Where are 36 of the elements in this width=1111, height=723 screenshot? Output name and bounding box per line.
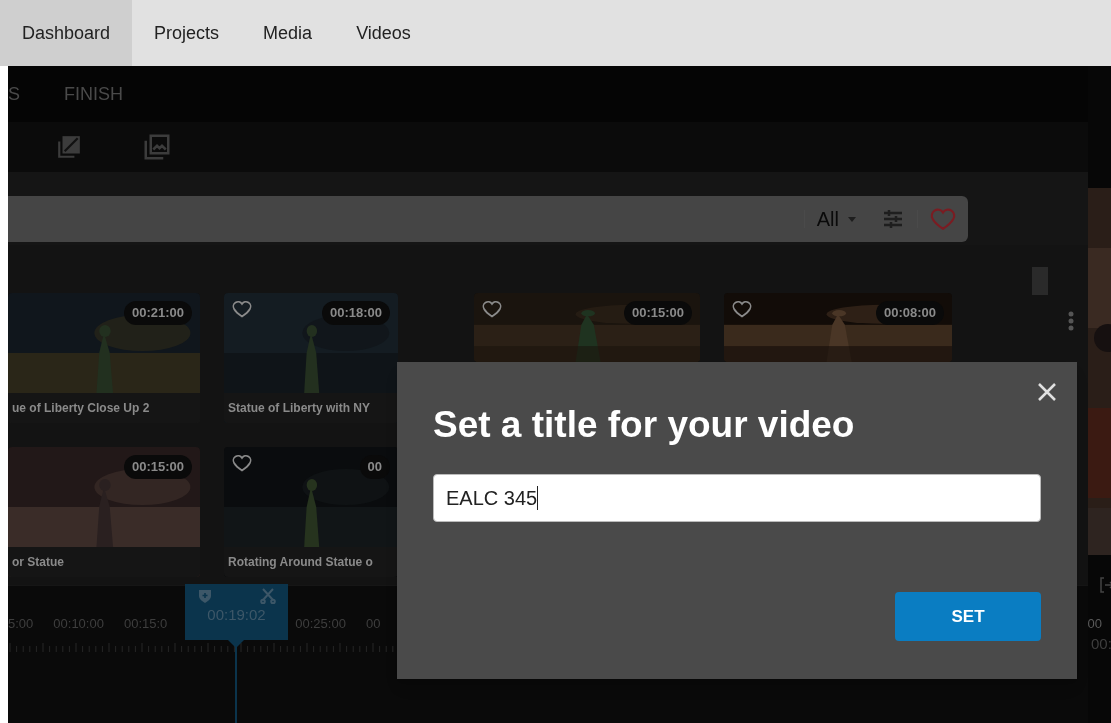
heart-icon[interactable] (732, 299, 752, 319)
video-card[interactable]: 00:08:00 (724, 293, 952, 362)
nav-tab[interactable]: Dashboard (0, 0, 133, 66)
title-input[interactable]: EALC 345 (433, 474, 1041, 523)
set-button[interactable]: SET (895, 592, 1041, 642)
video-card[interactable]: 00:21:00 ue of Liberty Close Up 2 (8, 293, 200, 423)
caret-icon (847, 214, 857, 224)
scissors-icon[interactable] (260, 588, 276, 604)
nav-tab[interactable]: Media (241, 0, 335, 66)
duration-badge: 00:15:00 (123, 455, 192, 479)
heart-icon[interactable] (232, 299, 252, 319)
shield-plus-icon[interactable] (197, 588, 213, 604)
sliders-icon[interactable] (881, 207, 905, 231)
dialog-title: Set a title for your video (433, 403, 856, 447)
duration-badge: 00:08:00 (875, 301, 944, 325)
video-card[interactable]: 00 Rotating Around Statue o (224, 447, 398, 577)
time-label: 00 (1087, 615, 1102, 633)
card-caption: Statue of Liberty with NY (224, 393, 398, 423)
export-icon[interactable] (1100, 577, 1111, 593)
card-caption: Rotating Around Statue o (224, 547, 398, 577)
card-caption: or Statue (8, 547, 200, 577)
nav-tab[interactable]: Projects (132, 0, 242, 66)
duration-badge: 00:18:00 (321, 301, 390, 325)
heart-icon[interactable] (482, 299, 502, 319)
input-value: EALC 345 (446, 486, 538, 512)
duration-badge: 00:21:00 (123, 301, 192, 325)
image-stack-icon[interactable] (142, 132, 172, 162)
layers-icon[interactable] (56, 134, 82, 160)
duration-badge: 00:15:00 (623, 301, 692, 325)
video-card[interactable]: 00:18:00 Statue of Liberty with NY (224, 293, 398, 423)
card-caption: ue of Liberty Close Up 2 (8, 393, 200, 423)
drag-handle-icon[interactable] (1068, 311, 1074, 331)
heart-icon[interactable] (232, 453, 252, 473)
video-card[interactable]: 00:15:00 or Statue (8, 447, 200, 577)
nav-tab[interactable]: Videos (334, 0, 433, 66)
video-card[interactable]: 00:15:00 (474, 293, 700, 362)
